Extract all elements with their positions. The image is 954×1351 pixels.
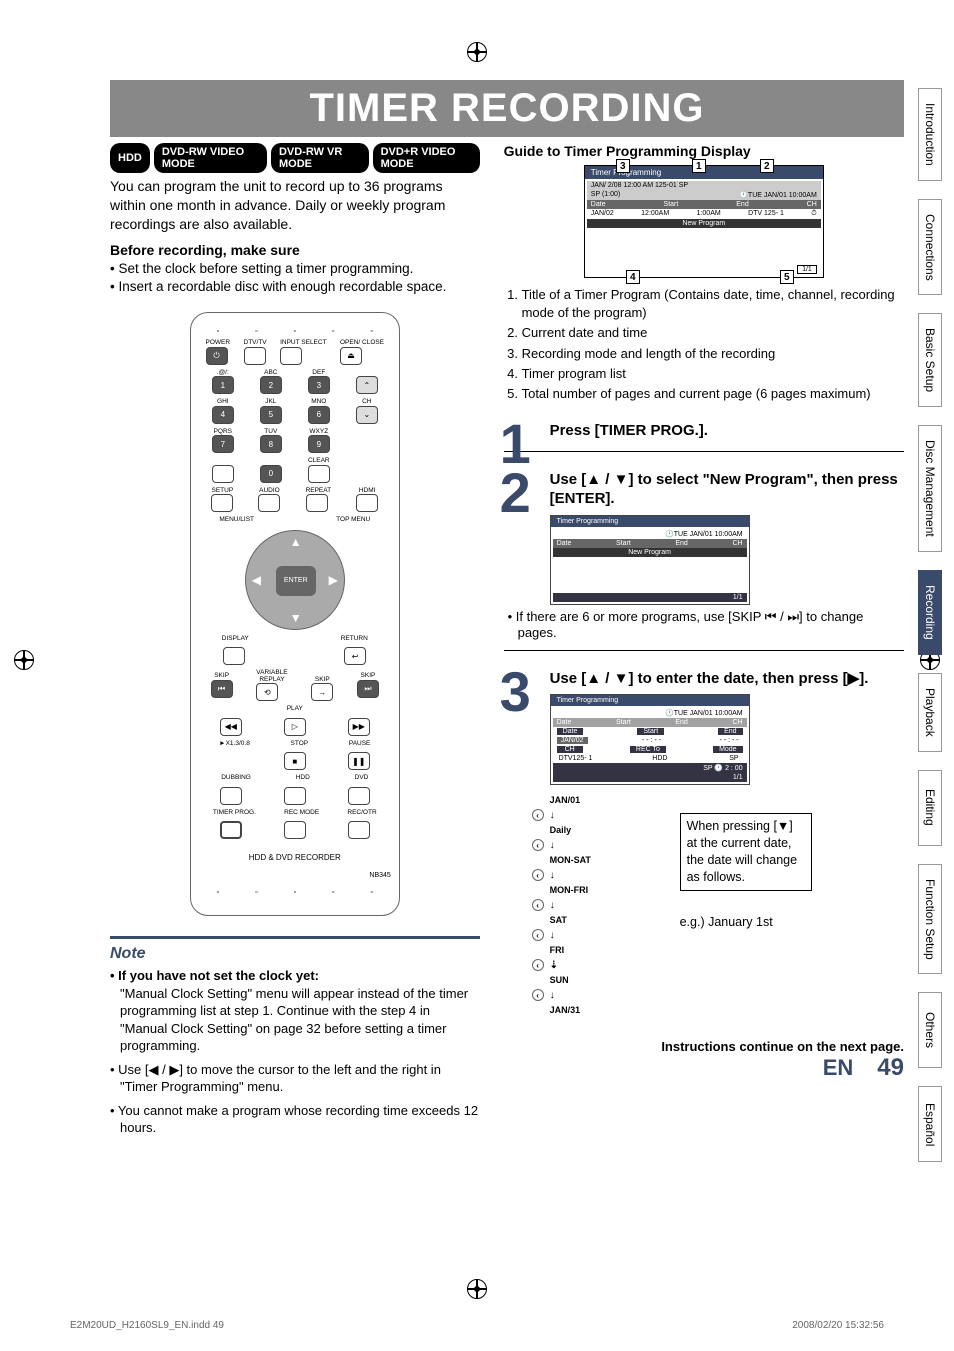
date-explanation-box: When pressing [▼] at the current date, t… <box>680 813 812 891</box>
callout-2: 2 <box>760 159 774 173</box>
step-3: 3 Use [▲ / ▼] to enter the date, then pr… <box>504 669 904 1026</box>
tab-editing[interactable]: Editing <box>918 770 942 846</box>
before-item-2: • Insert a recordable disc with enough r… <box>110 278 480 296</box>
legend-list: Title of a Timer Program (Contains date,… <box>504 286 904 403</box>
tab-introduction[interactable]: Introduction <box>918 88 942 181</box>
tab-others[interactable]: Others <box>918 992 942 1068</box>
badge-hdd: HDD <box>110 143 150 173</box>
note-heading: Note <box>110 945 480 963</box>
tab-playback[interactable]: Playback <box>918 673 942 752</box>
tab-espanol[interactable]: Español <box>918 1086 942 1162</box>
date-cycle-diagram: JAN/01 ‹↓ Daily ‹↓ MON-SAT ‹↓ MON-FRI ‹↓… <box>532 795 812 1015</box>
callout-5: 5 <box>780 270 794 284</box>
step-2-sub: • If there are 6 or more programs, use [… <box>504 609 904 640</box>
side-tabs: Introduction Connections Basic Setup Dis… <box>918 88 942 1162</box>
tab-connections[interactable]: Connections <box>918 199 942 296</box>
continue-text: Instructions continue on the next page. <box>504 1039 904 1054</box>
step-number: 2 <box>500 460 546 525</box>
note-item-1: • If you have not set the clock yet: "Ma… <box>110 967 480 1055</box>
legend-item: Total number of pages and current page (… <box>522 385 904 403</box>
step-3-heading: Use [▲ / ▼] to enter the date, then pres… <box>550 669 904 689</box>
step-number: 3 <box>500 659 546 724</box>
callout-3: 3 <box>616 159 630 173</box>
badge-dvdrw-vr: DVD-RW VR MODE <box>271 143 369 173</box>
intro-text: You can program the unit to record up to… <box>110 177 480 234</box>
note-item-3: • You cannot make a program whose record… <box>110 1102 480 1137</box>
step-3-screen: Timer Programming 🕐TUE JAN/01 10:00AM Da… <box>550 694 750 785</box>
step-2: 2 Use [▲ / ▼] to select "New Program", t… <box>504 470 904 651</box>
guide-heading: Guide to Timer Programming Display <box>504 143 904 159</box>
step-2-screen: Timer Programming 🕐TUE JAN/01 10:00AM Da… <box>550 515 750 605</box>
step-2-heading: Use [▲ / ▼] to select "New Program", the… <box>550 470 904 509</box>
legend-item: Timer program list <box>522 365 904 383</box>
badge-dvdr-video: DVD+R VIDEO MODE <box>373 143 480 173</box>
before-item-1: • Set the clock before setting a timer p… <box>110 260 480 278</box>
page-title: TIMER RECORDING <box>110 80 904 137</box>
tab-function-setup[interactable]: Function Setup <box>918 864 942 975</box>
badge-dvdrw-video: DVD-RW VIDEO MODE <box>154 143 267 173</box>
callout-1: 1 <box>692 159 706 173</box>
date-example: e.g.) January 1st <box>680 915 812 929</box>
legend-item: Title of a Timer Program (Contains date,… <box>522 286 904 322</box>
footer-timestamp: 2008/02/20 15:32:56 <box>792 1320 884 1331</box>
media-badges: HDD DVD-RW VIDEO MODE DVD-RW VR MODE DVD… <box>110 143 480 173</box>
footer-file: E2M20UD_H2160SL9_EN.indd 49 <box>70 1320 224 1331</box>
tab-basic-setup[interactable]: Basic Setup <box>918 313 942 407</box>
callout-4: 4 <box>626 270 640 284</box>
legend-item: Current date and time <box>522 324 904 342</box>
page-footer: E2M20UD_H2160SL9_EN.indd 49 2008/02/20 1… <box>70 1320 884 1331</box>
step-1: 1 Press [TIMER PROG.]. <box>504 421 904 452</box>
step-1-heading: Press [TIMER PROG.]. <box>550 421 904 441</box>
note-box: Note • If you have not set the clock yet… <box>110 936 480 1137</box>
legend-item: Recording mode and length of the recordi… <box>522 345 904 363</box>
note-item-2: • Use [◀ / ▶] to move the cursor to the … <box>110 1061 480 1096</box>
timer-programming-screen: Timer Programming JAN/ 2/08 12:00 AM 125… <box>584 165 824 278</box>
tab-disc-management[interactable]: Disc Management <box>918 425 942 552</box>
page-number: EN49 <box>504 1054 904 1082</box>
remote-illustration: ▫▫▫▫▫ POWER⏻ DTV/TV INPUT SELECT OPEN/ C… <box>190 312 400 916</box>
tab-recording[interactable]: Recording <box>918 570 942 655</box>
before-heading: Before recording, make sure <box>110 242 480 258</box>
